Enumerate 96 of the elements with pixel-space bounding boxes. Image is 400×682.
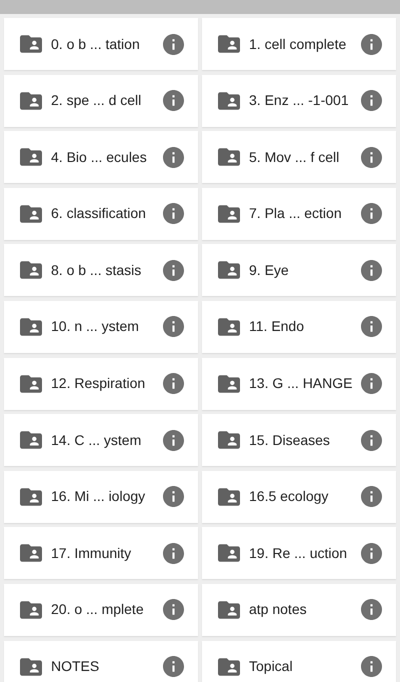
folder-card[interactable]: 8. o b ... stasis bbox=[4, 244, 198, 296]
folder-name: 11. Endo bbox=[249, 317, 306, 336]
info-icon[interactable] bbox=[163, 203, 184, 224]
shared-folder-icon bbox=[20, 486, 42, 508]
folder-card[interactable]: 7. Pla ... ection bbox=[202, 188, 396, 240]
info-icon[interactable] bbox=[163, 146, 184, 168]
folder-card[interactable]: 0. o b ... tation bbox=[4, 18, 198, 70]
shared-folder-icon bbox=[20, 429, 42, 452]
folder-card[interactable]: 9. Eye bbox=[202, 244, 396, 296]
info-icon[interactable] bbox=[163, 430, 184, 451]
shared-folder-icon bbox=[218, 429, 240, 452]
folder-name: 2. spe ... d cell bbox=[51, 91, 142, 110]
shared-folder-icon bbox=[218, 372, 240, 395]
folder-name: 20. o ... mplete bbox=[51, 600, 145, 620]
info-icon[interactable] bbox=[163, 90, 184, 112]
folder-name: 16.5 ecology bbox=[249, 487, 330, 506]
info-icon[interactable] bbox=[163, 542, 184, 564]
folder-card[interactable]: 19. Re ... uction bbox=[202, 527, 396, 580]
folder-card[interactable]: 10. n ... ystem bbox=[4, 300, 198, 353]
folder-name: 14. C ... ystem bbox=[51, 430, 142, 450]
folder-name: 12. Respiration bbox=[51, 374, 146, 394]
info-icon[interactable] bbox=[361, 146, 382, 168]
folder-card[interactable]: 3. Enz ... -1-001 bbox=[202, 74, 396, 127]
info-icon[interactable] bbox=[361, 260, 382, 281]
shared-folder-icon bbox=[20, 316, 42, 338]
folder-card[interactable]: Topical bbox=[202, 640, 396, 682]
shared-folder-icon bbox=[218, 202, 240, 225]
folder-card[interactable]: 12. Respiration bbox=[4, 358, 198, 410]
folder-card[interactable]: 13. G ... HANGE bbox=[202, 358, 396, 410]
folder-card[interactable]: 4. Bio ... ecules bbox=[4, 131, 198, 184]
folder-name: 4. Bio ... ecules bbox=[51, 148, 148, 167]
folder-name: 13. G ... HANGE bbox=[249, 374, 354, 394]
info-icon[interactable] bbox=[163, 599, 184, 620]
folder-name: 17. Immunity bbox=[51, 544, 132, 563]
shared-folder-icon bbox=[218, 90, 240, 112]
folder-card[interactable]: 20. o ... mplete bbox=[4, 584, 198, 636]
shared-folder-icon bbox=[218, 259, 240, 282]
folder-name: 9. Eye bbox=[249, 260, 290, 280]
folder-name: NOTES bbox=[51, 657, 100, 676]
folder-card[interactable]: 1. cell complete bbox=[202, 18, 396, 70]
folder-card[interactable]: 15. Diseases bbox=[202, 414, 396, 466]
folder-card[interactable]: 6. classification bbox=[4, 188, 198, 240]
folder-name: 19. Re ... uction bbox=[249, 544, 348, 563]
folder-card[interactable]: 14. C ... ystem bbox=[4, 414, 198, 466]
shared-folder-icon bbox=[218, 316, 240, 338]
info-icon[interactable] bbox=[361, 34, 382, 54]
info-icon[interactable] bbox=[361, 430, 382, 451]
folder-card[interactable]: 11. Endo bbox=[202, 300, 396, 353]
info-icon[interactable] bbox=[163, 260, 184, 281]
folder-name: atp notes bbox=[249, 600, 308, 620]
info-icon[interactable] bbox=[361, 542, 382, 564]
info-icon[interactable] bbox=[361, 486, 382, 508]
info-icon[interactable] bbox=[163, 316, 184, 338]
info-icon[interactable] bbox=[163, 656, 184, 678]
folder-name: 16. Mi ... iology bbox=[51, 487, 146, 506]
folder-card[interactable]: atp notes bbox=[202, 584, 396, 636]
folder-card[interactable]: 16.5 ecology bbox=[202, 470, 396, 523]
shared-folder-icon bbox=[20, 656, 42, 678]
shared-folder-icon bbox=[218, 146, 240, 168]
shared-folder-icon bbox=[20, 372, 42, 395]
folder-name: 6. classification bbox=[51, 204, 147, 224]
shared-folder-icon bbox=[20, 259, 42, 282]
shared-folder-icon bbox=[20, 598, 42, 621]
shared-folder-icon bbox=[218, 33, 240, 55]
shared-folder-icon bbox=[20, 542, 42, 564]
folder-name: Topical bbox=[249, 657, 294, 676]
info-icon[interactable] bbox=[361, 656, 382, 678]
folder-name: 1. cell complete bbox=[249, 34, 348, 54]
info-icon[interactable] bbox=[163, 373, 184, 394]
shared-folder-icon bbox=[20, 202, 42, 225]
folder-name: 15. Diseases bbox=[249, 430, 331, 450]
shared-folder-icon bbox=[218, 598, 240, 621]
shared-folder-icon bbox=[218, 542, 240, 564]
info-icon[interactable] bbox=[361, 203, 382, 224]
info-icon[interactable] bbox=[361, 599, 382, 620]
folder-name: 3. Enz ... -1-001 bbox=[249, 91, 350, 110]
shared-folder-icon bbox=[218, 486, 240, 508]
folder-card[interactable]: 16. Mi ... iology bbox=[4, 470, 198, 523]
info-icon[interactable] bbox=[361, 316, 382, 338]
folder-name: 8. o b ... stasis bbox=[51, 260, 142, 280]
info-icon[interactable] bbox=[361, 90, 382, 112]
folder-name: 10. n ... ystem bbox=[51, 317, 140, 336]
folder-card[interactable]: NOTES bbox=[4, 640, 198, 682]
shared-folder-icon bbox=[218, 656, 240, 678]
folder-card[interactable]: 5. Mov ... f cell bbox=[202, 131, 396, 184]
folder-card[interactable]: 2. spe ... d cell bbox=[4, 74, 198, 127]
folder-name: 0. o b ... tation bbox=[51, 34, 141, 54]
folder-name: 7. Pla ... ection bbox=[249, 204, 343, 224]
info-icon[interactable] bbox=[163, 486, 184, 508]
shared-folder-icon bbox=[20, 90, 42, 112]
folder-card[interactable]: 17. Immunity bbox=[4, 527, 198, 580]
shared-folder-icon bbox=[20, 33, 42, 55]
info-icon[interactable] bbox=[163, 34, 184, 54]
info-icon[interactable] bbox=[361, 373, 382, 394]
shared-folder-icon bbox=[20, 146, 42, 168]
folder-name: 5. Mov ... f cell bbox=[249, 148, 340, 167]
